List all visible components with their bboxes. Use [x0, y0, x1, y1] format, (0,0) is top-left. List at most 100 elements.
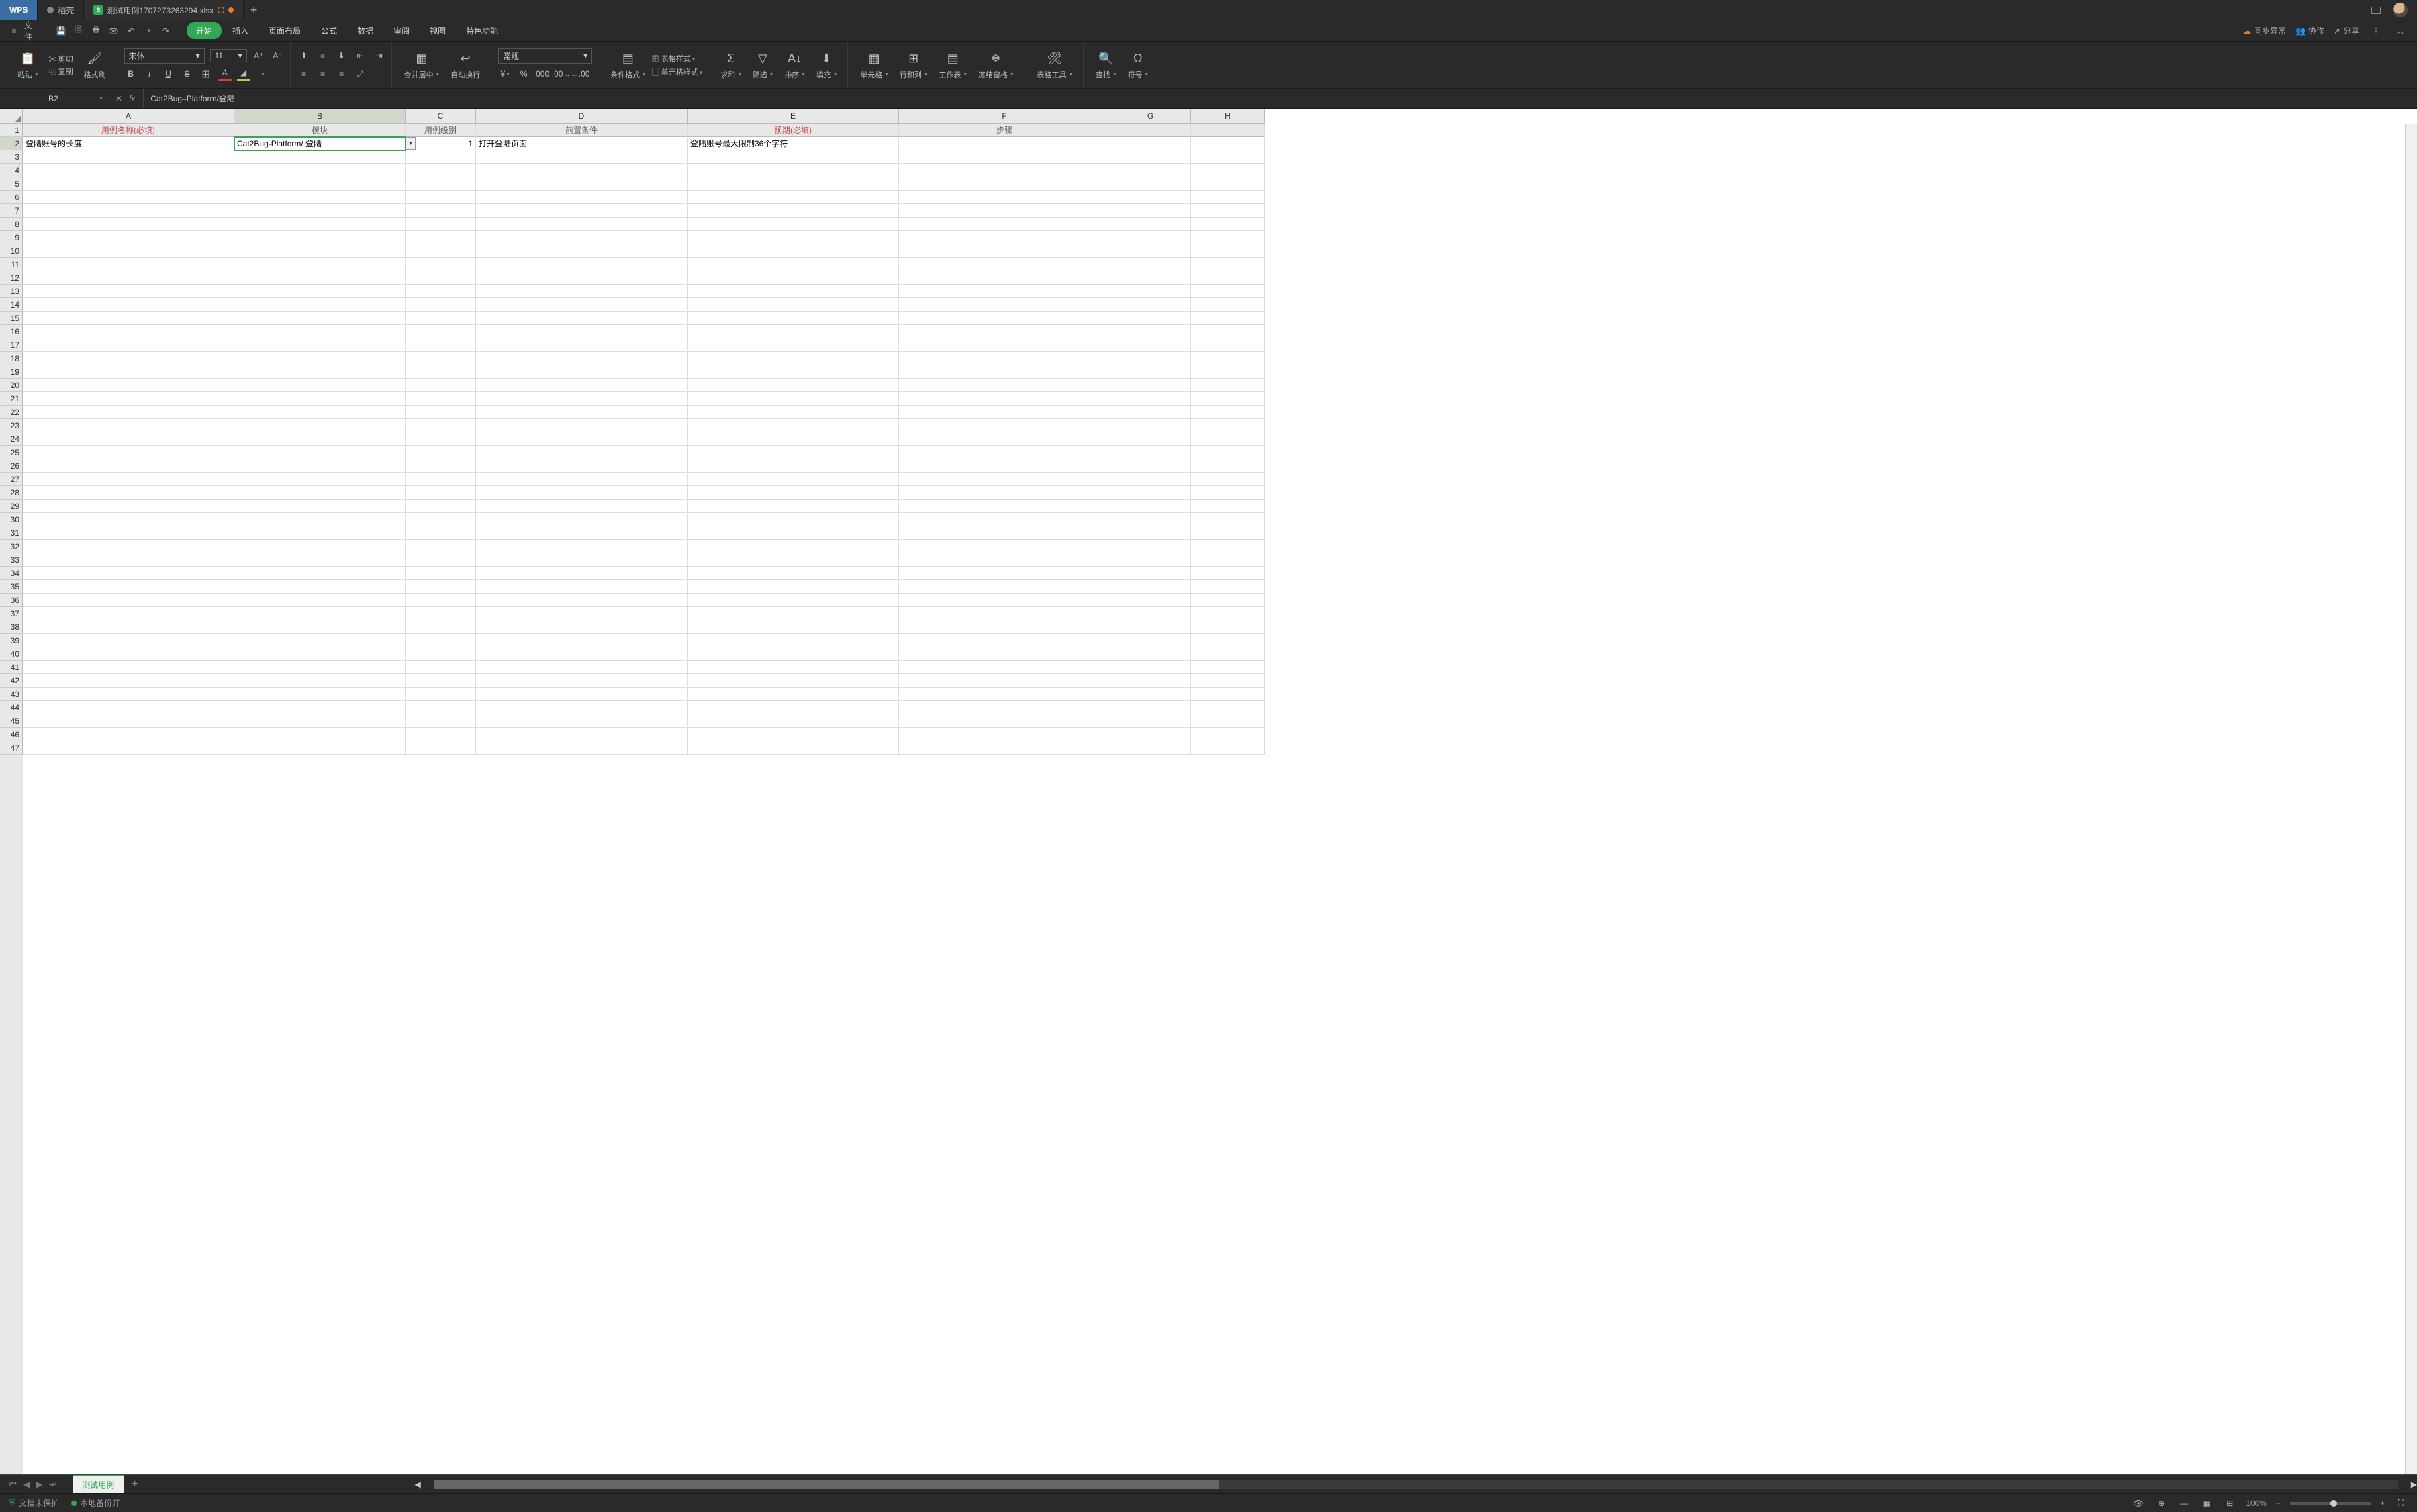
row-header-6[interactable]: 6: [0, 191, 23, 204]
cell-F35[interactable]: [899, 580, 1110, 594]
row-header-24[interactable]: 24: [0, 432, 23, 446]
cell-G11[interactable]: [1110, 258, 1191, 271]
cell-F25[interactable]: [899, 446, 1110, 459]
cell-B12[interactable]: [234, 271, 406, 285]
cell-H39[interactable]: [1191, 634, 1265, 647]
cell-C25[interactable]: [406, 446, 476, 459]
cell-H25[interactable]: [1191, 446, 1265, 459]
cell-B47[interactable]: [234, 741, 406, 755]
cell-C3[interactable]: [406, 150, 476, 164]
cell-B29[interactable]: [234, 500, 406, 513]
cell-C17[interactable]: [406, 338, 476, 352]
cell-E4[interactable]: [688, 164, 899, 177]
cell-A35[interactable]: [23, 580, 234, 594]
row-header-34[interactable]: 34: [0, 567, 23, 580]
font-select[interactable]: 宋体▾: [124, 48, 205, 64]
cell-F5[interactable]: [899, 177, 1110, 191]
row-header-36[interactable]: 36: [0, 594, 23, 607]
cell-D5[interactable]: [476, 177, 688, 191]
cell-F40[interactable]: [899, 647, 1110, 661]
row-header-22[interactable]: 22: [0, 406, 23, 419]
doc-protect-status[interactable]: ⛨文档未保护: [9, 1497, 59, 1509]
cell-B20[interactable]: [234, 379, 406, 392]
cell-A23[interactable]: [23, 419, 234, 432]
format-painter-button[interactable]: 🖌格式刷: [79, 48, 111, 83]
row-header-42[interactable]: 42: [0, 674, 23, 688]
cell-H17[interactable]: [1191, 338, 1265, 352]
cell-B13[interactable]: [234, 285, 406, 298]
cell-G38[interactable]: [1110, 620, 1191, 634]
row-header-17[interactable]: 17: [0, 338, 23, 352]
cell-H47[interactable]: [1191, 741, 1265, 755]
border-icon[interactable]: 田: [199, 67, 213, 81]
sync-status[interactable]: ☁同步异常: [2243, 25, 2286, 36]
cell-F11[interactable]: [899, 258, 1110, 271]
cell-H20[interactable]: [1191, 379, 1265, 392]
cell-C15[interactable]: [406, 312, 476, 325]
cell-C35[interactable]: [406, 580, 476, 594]
comma-icon[interactable]: 000: [536, 67, 549, 81]
cell-G8[interactable]: [1110, 218, 1191, 231]
cell-B27[interactable]: [234, 473, 406, 486]
cell-B31[interactable]: [234, 526, 406, 540]
cell-G29[interactable]: [1110, 500, 1191, 513]
fill-button[interactable]: ⬇填充: [811, 44, 843, 85]
cell-H4[interactable]: [1191, 164, 1265, 177]
align-center-icon[interactable]: ≡: [316, 67, 330, 81]
cell-G40[interactable]: [1110, 647, 1191, 661]
cell-F30[interactable]: [899, 513, 1110, 526]
cell-H38[interactable]: [1191, 620, 1265, 634]
cell-E46[interactable]: [688, 728, 899, 741]
cell-G46[interactable]: [1110, 728, 1191, 741]
cell-E47[interactable]: [688, 741, 899, 755]
col-header-E[interactable]: E: [688, 109, 899, 124]
row-header-28[interactable]: 28: [0, 486, 23, 500]
cell-A32[interactable]: [23, 540, 234, 553]
cell-G5[interactable]: [1110, 177, 1191, 191]
cell-A26[interactable]: [23, 459, 234, 473]
cell-D37[interactable]: [476, 607, 688, 620]
cell-B45[interactable]: [234, 714, 406, 728]
row-header-27[interactable]: 27: [0, 473, 23, 486]
number-format-select[interactable]: 常规▾: [498, 48, 592, 64]
cell-G25[interactable]: [1110, 446, 1191, 459]
wrap-button[interactable]: ↩自动换行: [445, 44, 485, 85]
cell-H36[interactable]: [1191, 594, 1265, 607]
cell-C7[interactable]: [406, 204, 476, 218]
cell-G31[interactable]: [1110, 526, 1191, 540]
cell-D6[interactable]: [476, 191, 688, 204]
cell-A41[interactable]: [23, 661, 234, 674]
cell-F8[interactable]: [899, 218, 1110, 231]
cell-A39[interactable]: [23, 634, 234, 647]
strike-icon[interactable]: S: [181, 67, 194, 81]
cell-H44[interactable]: [1191, 701, 1265, 714]
cell-F41[interactable]: [899, 661, 1110, 674]
cell-D44[interactable]: [476, 701, 688, 714]
hscroll-right-icon[interactable]: ▶: [2411, 1480, 2417, 1489]
undo-dropdown[interactable]: [141, 23, 156, 38]
cell-H1[interactable]: [1191, 124, 1265, 137]
row-header-26[interactable]: 26: [0, 459, 23, 473]
cell-E18[interactable]: [688, 352, 899, 365]
cell-G36[interactable]: [1110, 594, 1191, 607]
cell-F27[interactable]: [899, 473, 1110, 486]
cell-style-button[interactable]: ▢ 单元格样式: [652, 66, 703, 77]
cell-G32[interactable]: [1110, 540, 1191, 553]
cell-C43[interactable]: [406, 688, 476, 701]
sheet-nav-first-icon[interactable]: ⏮: [9, 1479, 17, 1489]
eye-icon[interactable]: 👁: [2132, 1497, 2145, 1510]
cell-A46[interactable]: [23, 728, 234, 741]
row-header-29[interactable]: 29: [0, 500, 23, 513]
cell-E43[interactable]: [688, 688, 899, 701]
cell-F46[interactable]: [899, 728, 1110, 741]
align-left-icon[interactable]: ≡: [297, 67, 311, 81]
cell-F28[interactable]: [899, 486, 1110, 500]
row-header-3[interactable]: 3: [0, 150, 23, 164]
cell-H3[interactable]: [1191, 150, 1265, 164]
cell-B14[interactable]: [234, 298, 406, 312]
redo-icon[interactable]: ↷: [158, 23, 173, 38]
cell-A47[interactable]: [23, 741, 234, 755]
cell-dropdown-icon[interactable]: ▾: [406, 137, 416, 150]
file-menu[interactable]: 文件: [24, 23, 39, 38]
cell-F12[interactable]: [899, 271, 1110, 285]
